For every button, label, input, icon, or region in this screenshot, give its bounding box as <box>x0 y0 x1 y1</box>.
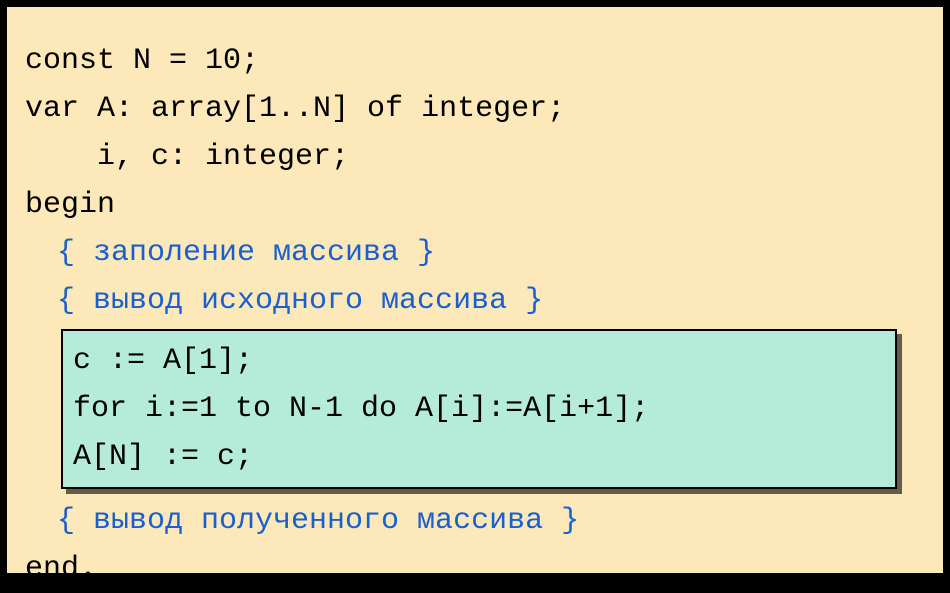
code-line-var-array: var A: array[1..N] of integer; <box>25 85 925 133</box>
code-line-var-int: i, c: integer; <box>25 133 925 181</box>
code-line-const: const N = 10; <box>25 37 925 85</box>
code-line-assign-an: A[N] := c; <box>73 433 885 481</box>
code-line-end: end. <box>25 545 925 593</box>
code-line-for-loop: for i:=1 to N-1 do A[i]:=A[i+1]; <box>73 385 885 433</box>
code-slide-frame: const N = 10; var A: array[1..N] of inte… <box>4 4 946 576</box>
code-comment-output-result: { вывод полученного массива } <box>25 497 925 545</box>
highlighted-code-block: c := A[1]; for i:=1 to N-1 do A[i]:=A[i+… <box>61 329 897 489</box>
code-line-assign-c: c := A[1]; <box>73 337 885 385</box>
code-comment-fill-array: { заполение массива } <box>25 229 925 277</box>
code-line-begin: begin <box>25 181 925 229</box>
code-comment-output-source: { вывод исходного массива } <box>25 277 925 325</box>
